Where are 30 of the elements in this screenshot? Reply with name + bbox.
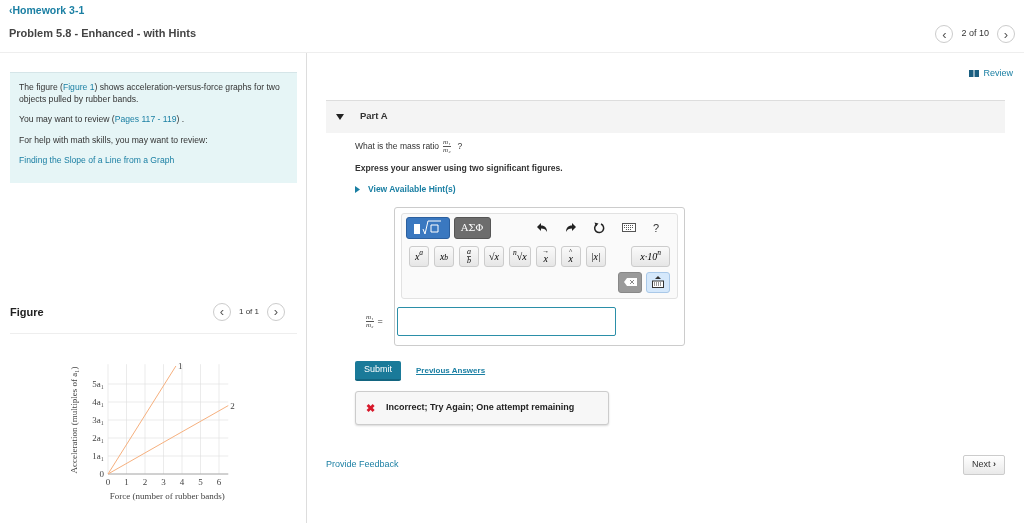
problem-title: Problem 5.8 - Enhanced - with Hints	[9, 25, 197, 41]
x-tick-label: 3	[161, 476, 166, 487]
y-tick-label: 4a₁	[92, 396, 104, 407]
x-tick-label: 6	[216, 476, 222, 487]
y-tick-label: 3a₁	[92, 414, 104, 425]
page-counter: 2 of 10	[961, 27, 989, 41]
y-tick-label: 1a₁	[92, 450, 104, 461]
x-tick-label: 4	[179, 476, 185, 487]
x-tick-label: 1	[124, 476, 129, 487]
question-text: What is the mass ratio	[355, 139, 440, 153]
feedback-text: Incorrect; Try Again; One attempt remaining	[386, 401, 575, 414]
instruction: Express your answer using two significant figures.	[355, 161, 564, 175]
paragraph: The figure (Figure 1) shows acceleration-versus-force graphs for two objects pulled by rubber bands.	[19, 82, 281, 106]
x-tick-label: 2	[142, 476, 148, 487]
x-tick-label: 5	[198, 476, 203, 487]
question-mark: ?	[457, 139, 463, 153]
y-tick-label: 2a₁	[92, 432, 104, 443]
line-label: 1	[177, 360, 183, 371]
x-axis-title: Force (number of rubber bands)	[109, 490, 225, 501]
paragraph: For help with math skills, you may want to review:	[19, 134, 209, 147]
x-tick-label: 0	[105, 476, 111, 487]
y-tick-label: 0	[99, 468, 104, 479]
page-counter: 1 of 1	[239, 305, 259, 318]
line-label: 2	[230, 400, 235, 411]
paragraph: You may want to review (Pages 117 - 119) .	[19, 114, 186, 126]
y-axis-title: Acceleration (multiples of a₁)	[69, 366, 79, 474]
equals-sign: =	[377, 314, 383, 328]
cross-icon: ✖	[366, 399, 375, 416]
figure-title: Figure	[10, 305, 44, 320]
y-tick-label: 5a₁	[92, 378, 104, 389]
